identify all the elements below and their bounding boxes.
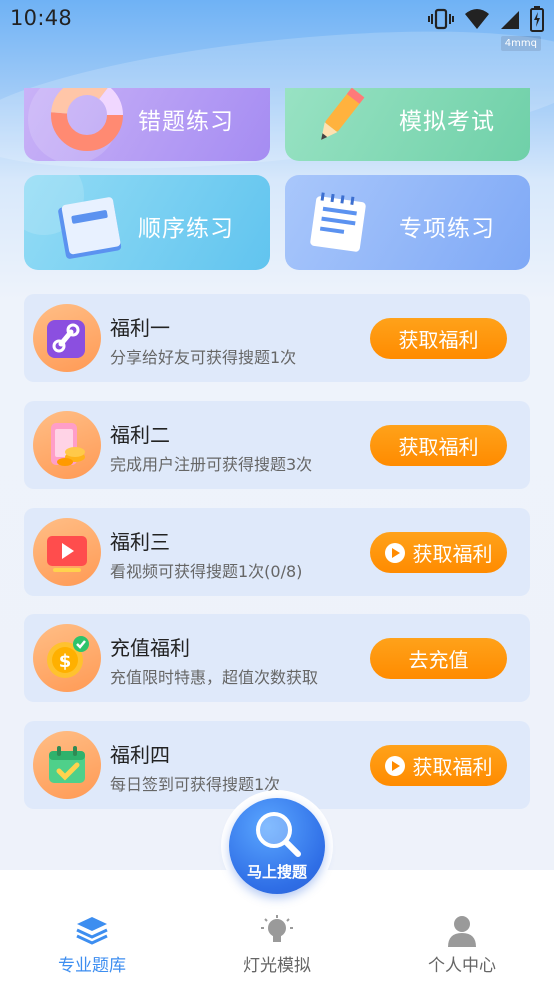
tile-sequential-practice[interactable]: 顺序练习 (24, 175, 270, 270)
layers-icon (76, 917, 108, 945)
play-icon (384, 755, 405, 776)
watch-video-benefit-button[interactable]: 获取福利 (370, 532, 507, 573)
svg-text:$: $ (59, 651, 72, 672)
notebook-icon (310, 192, 366, 252)
card-title: 福利二 (110, 423, 170, 447)
recharge-button[interactable]: 去充值 (370, 638, 507, 679)
checkin-benefit-button[interactable]: 获取福利 (370, 745, 507, 786)
share-link-icon (33, 304, 101, 372)
pencil-icon (321, 88, 365, 140)
play-icon (384, 542, 405, 563)
card-title: 充值福利 (110, 636, 190, 660)
phone-coins-icon (33, 411, 101, 479)
card-description: 每日签到可获得搜题1次 (110, 775, 281, 794)
video-play-icon (33, 518, 101, 586)
lightbulb-icon (261, 915, 293, 942)
tab-question-bank[interactable]: 专业题库 (22, 915, 162, 976)
donut-chart-icon (51, 88, 123, 151)
button-label: 获取福利 (412, 755, 493, 779)
signal-icon (501, 11, 519, 29)
tile-mock-exam[interactable]: 模拟考试 (285, 88, 530, 161)
get-benefit-button[interactable]: 获取福利 (370, 318, 507, 359)
card-title: 福利四 (110, 743, 170, 767)
magnifier-icon (256, 812, 301, 857)
status-icons (428, 6, 544, 32)
card-description: 完成用户注册可获得搜题3次 (110, 455, 313, 474)
calendar-check-icon (33, 731, 101, 799)
card-title: 福利三 (110, 530, 170, 554)
fab-label: 马上搜题 (246, 863, 307, 881)
tile-wrong-questions[interactable]: 错题练习 (24, 88, 270, 161)
wifi-icon (465, 9, 489, 29)
button-label: 去充值 (408, 648, 469, 672)
vibrate-icon (428, 8, 454, 30)
welfare-card-recharge: $ 充值福利 充值限时特惠，超值次数获取 去充值 (24, 614, 530, 702)
tile-label: 模拟考试 (399, 109, 495, 135)
tab-label: 专业题库 (58, 956, 126, 976)
button-label: 获取福利 (398, 435, 479, 459)
tile-label: 错题练习 (138, 109, 234, 135)
card-title: 福利一 (110, 316, 170, 340)
tile-label: 顺序练习 (138, 216, 234, 242)
status-time: 10:48 (10, 6, 73, 30)
dollar-coin-icon: $ (33, 624, 101, 692)
tab-light-simulation[interactable]: 灯光模拟 (207, 915, 347, 976)
get-benefit-button[interactable]: 获取福利 (370, 425, 507, 466)
card-description: 分享给好友可获得搜题1次 (110, 348, 297, 367)
welfare-card-video: 福利三 看视频可获得搜题1次(0/8) 获取福利 (24, 508, 530, 596)
battery-icon (530, 6, 544, 32)
button-label: 获取福利 (412, 542, 493, 566)
tile-label: 专项练习 (399, 216, 495, 242)
person-icon (448, 916, 476, 947)
book-icon (58, 197, 122, 259)
tab-label: 灯光模拟 (243, 956, 311, 976)
welfare-card-share: 福利一 分享给好友可获得搜题1次 获取福利 (24, 294, 530, 382)
welfare-card-register: 福利二 完成用户注册可获得搜题3次 获取福利 (24, 401, 530, 489)
tile-topic-practice[interactable]: 专项练习 (285, 175, 530, 270)
tab-label: 个人中心 (428, 956, 496, 976)
tab-personal-center[interactable]: 个人中心 (392, 915, 532, 976)
card-description: 看视频可获得搜题1次(0/8) (110, 562, 303, 581)
quick-search-button[interactable]: 马上搜题 (229, 798, 325, 894)
card-description: 充值限时特惠，超值次数获取 (110, 668, 319, 687)
button-label: 获取福利 (398, 328, 479, 352)
